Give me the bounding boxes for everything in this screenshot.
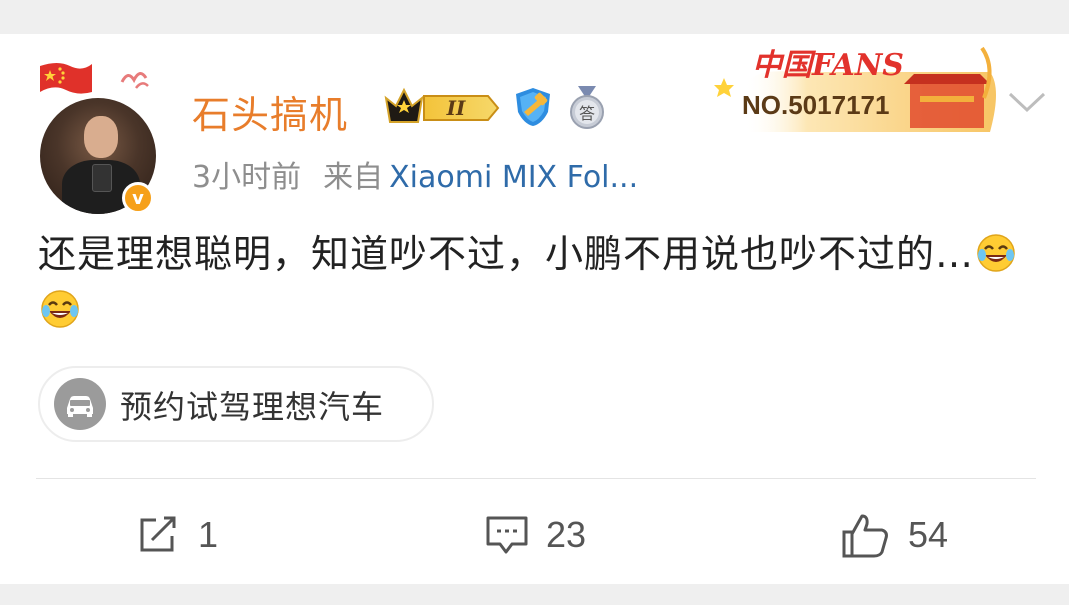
laugh-cry-emoji-icon xyxy=(977,234,1015,272)
thumbs-up-icon xyxy=(842,514,888,558)
laugh-cry-emoji-icon xyxy=(41,290,79,328)
username[interactable]: 石头搞机 xyxy=(192,84,348,139)
comment-button[interactable]: 23 xyxy=(484,510,586,560)
like-count: 54 xyxy=(908,514,949,555)
bird-decoration-icon xyxy=(120,72,149,89)
fans-title: 中国FANS xyxy=(752,48,904,83)
post-meta: 3小时前 来自 Xiaomi MIX Fol... xyxy=(192,152,638,196)
post-content[interactable]: 还是理想聪明，知道吵不过，小鹏不用说也吵不过的… xyxy=(38,226,1038,338)
vip-crown-badge-icon[interactable]: II xyxy=(384,84,500,128)
top-separator xyxy=(0,0,1069,34)
chevron-down-icon[interactable] xyxy=(1006,88,1048,118)
repost-icon xyxy=(140,516,176,552)
avatar-container[interactable]: v xyxy=(34,58,164,214)
fans-number: NO.5017171 xyxy=(742,90,890,120)
post-time: 3小时前 xyxy=(192,160,302,195)
like-button[interactable]: 54 xyxy=(840,510,948,560)
car-icon xyxy=(54,378,106,430)
topic-pill-label: 预约试驾理想汽车 xyxy=(120,388,385,426)
verified-v-badge-icon: v xyxy=(122,182,154,214)
comment-icon xyxy=(486,516,528,554)
verified-shield-icon[interactable] xyxy=(512,86,554,128)
repost-button[interactable]: 1 xyxy=(136,510,218,560)
repost-count: 1 xyxy=(198,514,219,555)
device-link[interactable]: Xiaomi MIX Fol... xyxy=(389,160,638,195)
medal-char: 答 xyxy=(579,104,595,123)
qa-medal-icon[interactable]: 答 xyxy=(566,84,608,130)
action-divider xyxy=(36,478,1036,479)
topic-pill-button[interactable]: 预约试驾理想汽车 xyxy=(38,366,434,442)
crown-level-text: II xyxy=(446,96,466,120)
source-prefix: 来自 xyxy=(323,160,384,195)
post-text: 还是理想聪明，知道吵不过，小鹏不用说也吵不过的… xyxy=(38,232,975,276)
china-flag-icon xyxy=(40,63,92,94)
bottom-separator xyxy=(0,584,1069,605)
comment-count: 23 xyxy=(546,514,587,555)
